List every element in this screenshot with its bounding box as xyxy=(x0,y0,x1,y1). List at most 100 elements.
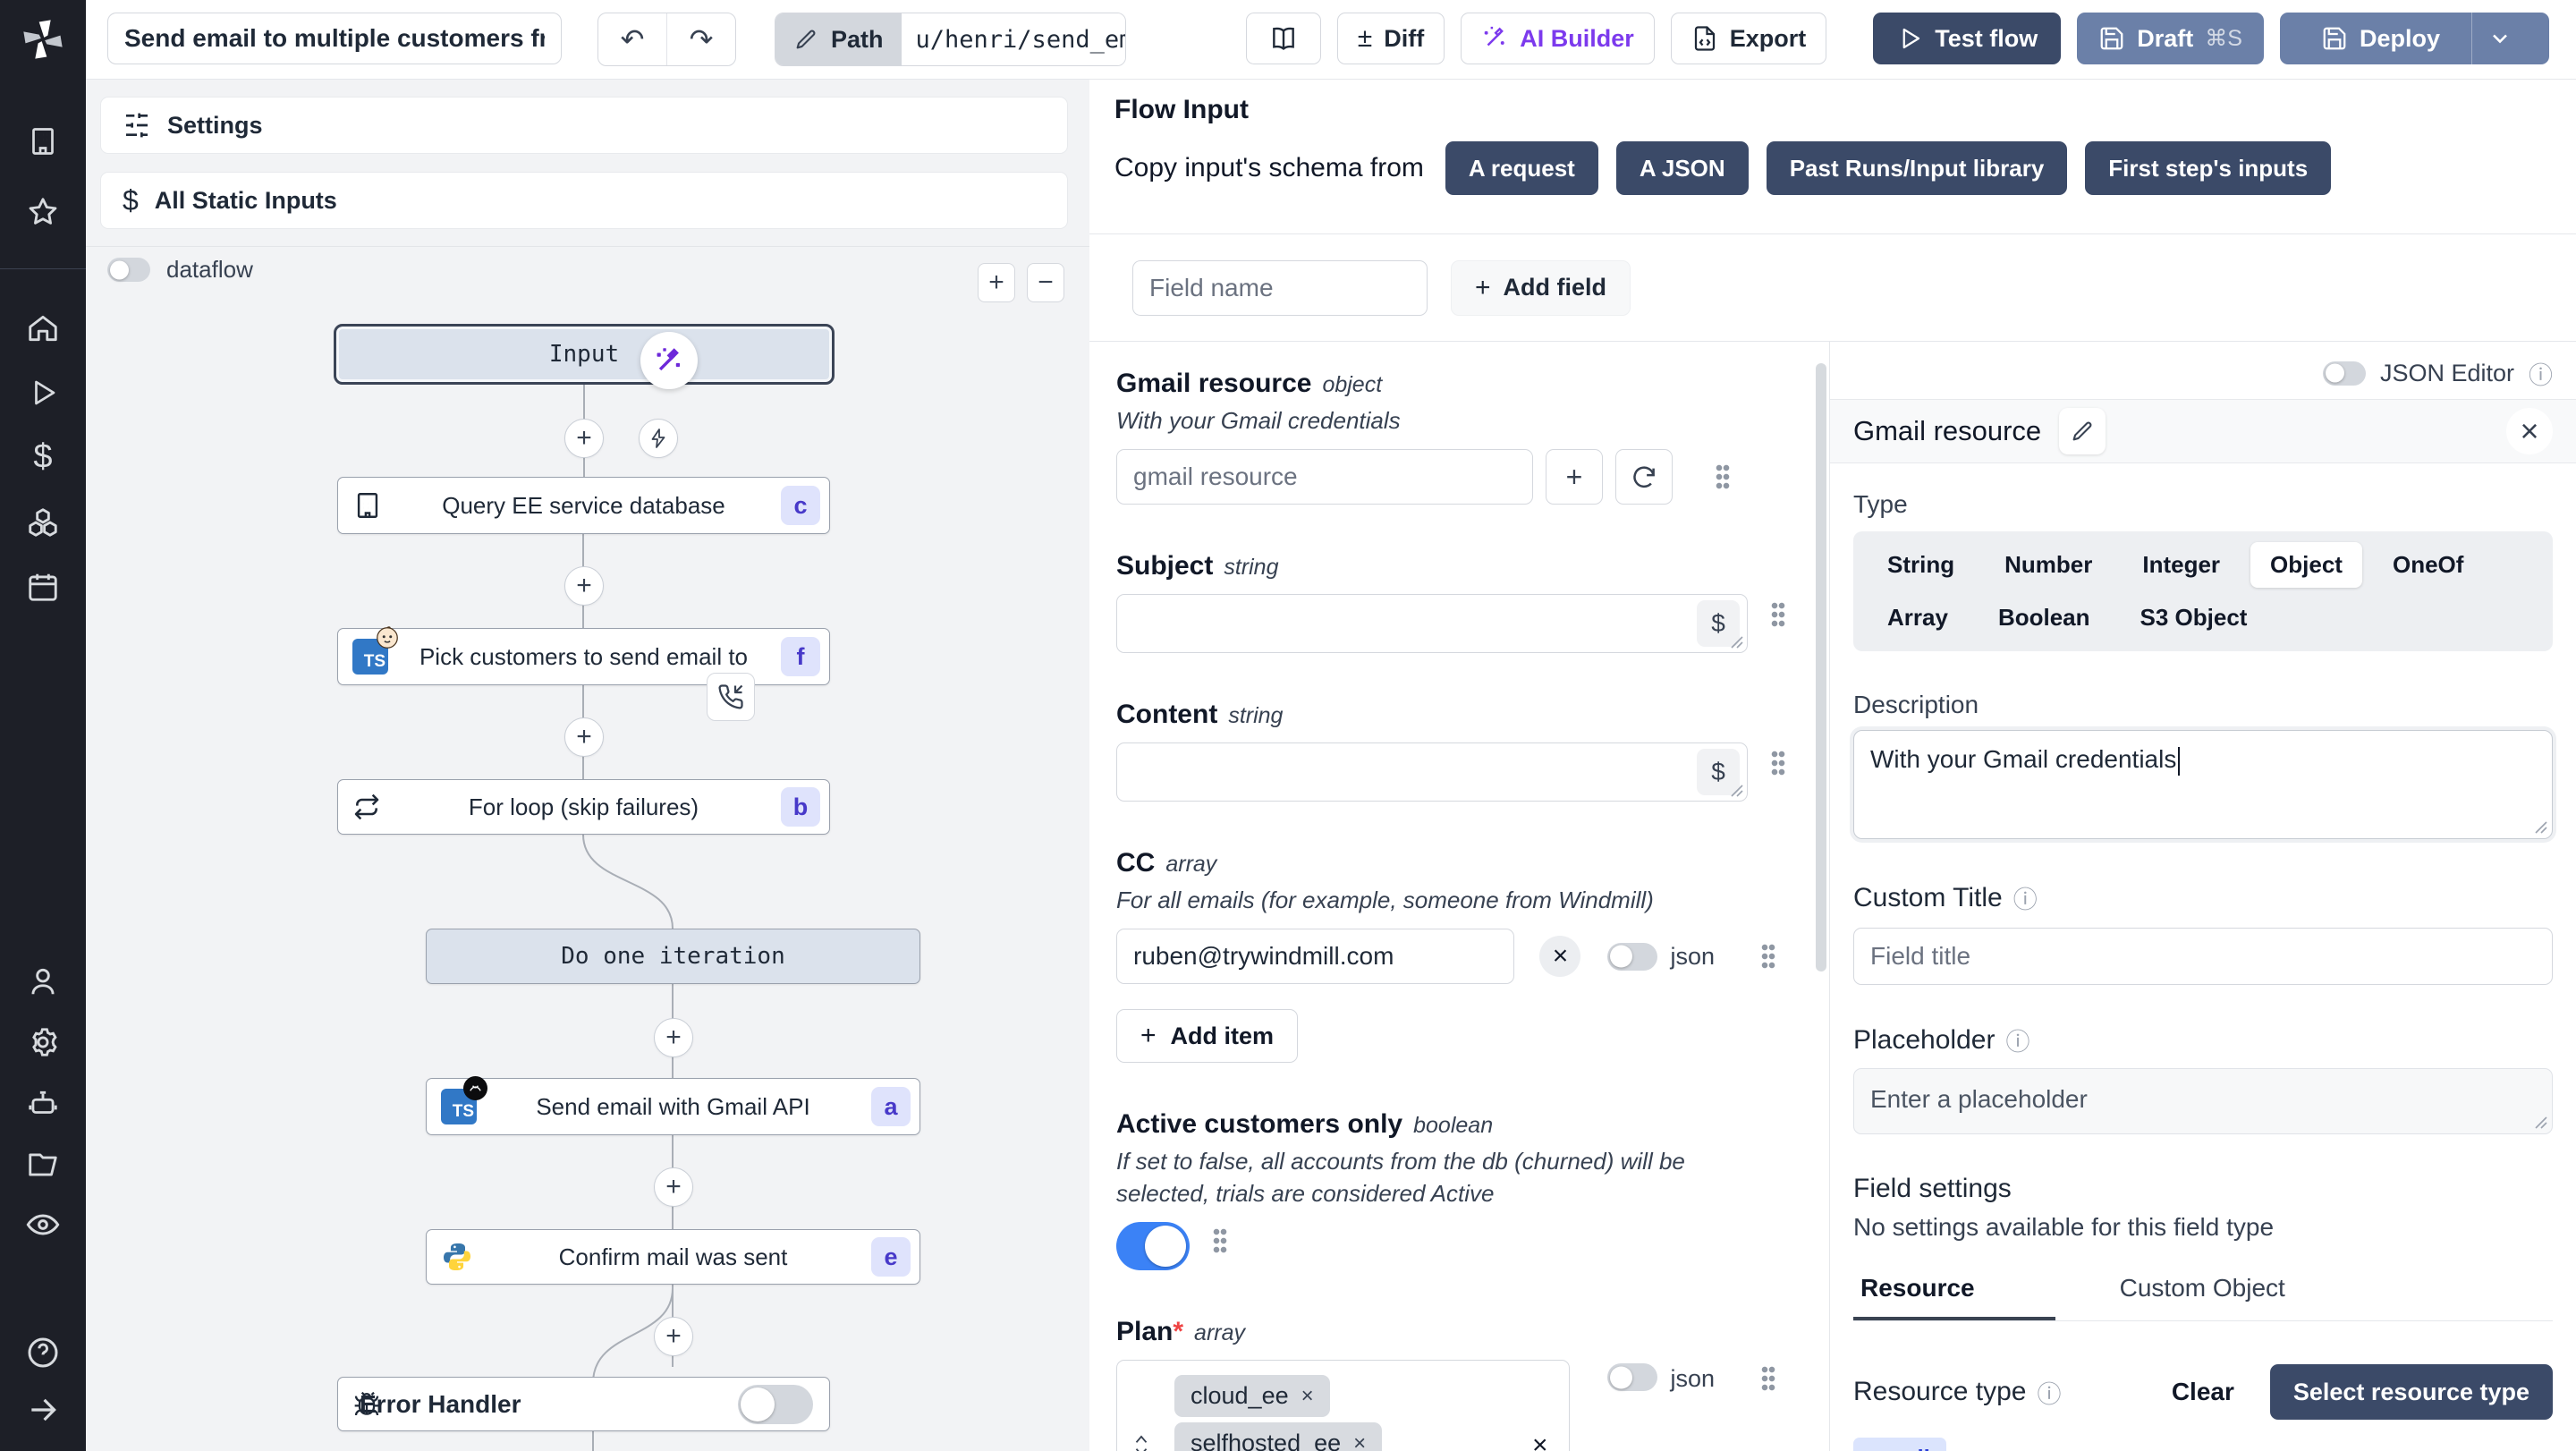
select-resource-type-button[interactable]: Select resource type xyxy=(2270,1364,2553,1420)
draft-button[interactable]: Draft ⌘S xyxy=(2077,13,2264,64)
deploy-main[interactable]: Deploy xyxy=(2301,13,2460,64)
form-scrollbar[interactable] xyxy=(1816,363,1826,972)
undo-button[interactable]: ↶ xyxy=(598,13,666,65)
flow-title-input[interactable] xyxy=(107,13,562,64)
add-step-button[interactable]: + xyxy=(654,1167,693,1207)
variables-dollar-icon[interactable]: $ xyxy=(33,438,52,477)
type-option-number[interactable]: Number xyxy=(1985,542,2112,588)
help-icon[interactable] xyxy=(25,1335,61,1370)
audit-eye-icon[interactable] xyxy=(25,1207,61,1243)
flow-settings-button[interactable]: Settings xyxy=(100,97,1068,154)
add-step-button[interactable]: + xyxy=(654,1317,693,1356)
schema-from-json-button[interactable]: A JSON xyxy=(1616,141,1749,195)
info-icon[interactable]: ⓘ xyxy=(2529,356,2553,391)
node-pick-customers[interactable]: TS Pick customers to send email to f xyxy=(337,628,830,685)
schedules-calendar-icon[interactable] xyxy=(26,570,60,604)
docs-book-button[interactable] xyxy=(1246,13,1321,64)
remove-item-button[interactable]: × xyxy=(1539,936,1580,977)
tab-resource[interactable]: Resource xyxy=(1853,1274,2055,1320)
remove-tag-icon[interactable]: × xyxy=(1301,1384,1314,1409)
resize-handle[interactable] xyxy=(2534,820,2548,835)
node-input[interactable]: Input xyxy=(334,324,835,385)
runs-play-icon[interactable] xyxy=(27,377,59,409)
type-option-boolean[interactable]: Boolean xyxy=(1979,595,2110,641)
schema-from-first-step-button[interactable]: First step's inputs xyxy=(2085,141,2331,195)
custom-title-input[interactable] xyxy=(1853,928,2553,985)
info-icon[interactable]: ⓘ xyxy=(2013,880,2038,915)
gmail-resource-input[interactable] xyxy=(1116,449,1533,505)
remove-tag-icon[interactable]: × xyxy=(1353,1431,1366,1451)
zoom-out-button[interactable]: − xyxy=(1027,263,1064,302)
add-field-button[interactable]: + Add field xyxy=(1451,260,1631,316)
workspace-buildings-icon[interactable] xyxy=(27,125,59,157)
schema-from-request-button[interactable]: A request xyxy=(1445,141,1598,195)
placeholder-textarea[interactable]: Enter a placeholder xyxy=(1853,1068,2553,1134)
node-do-one-iteration[interactable]: Do one iteration xyxy=(426,929,920,984)
resize-handle[interactable] xyxy=(1730,784,1744,798)
type-option-object[interactable]: Object xyxy=(2250,542,2362,588)
refresh-resource-button[interactable] xyxy=(1615,449,1673,505)
expand-arrow-icon[interactable] xyxy=(26,1393,60,1427)
content-textarea[interactable] xyxy=(1116,742,1748,802)
resize-handle[interactable] xyxy=(1730,635,1744,649)
drag-handle-icon[interactable] xyxy=(1213,1227,1227,1254)
node-error-handler[interactable]: Error Handler xyxy=(337,1377,830,1431)
drag-handle-icon[interactable] xyxy=(1771,750,1785,776)
workers-robot-icon[interactable] xyxy=(26,1087,60,1121)
close-editor-button[interactable]: × xyxy=(2506,408,2553,454)
info-icon[interactable]: ⓘ xyxy=(2037,1375,2061,1410)
resource-type-badge[interactable]: gmail xyxy=(1853,1438,1946,1451)
home-icon[interactable] xyxy=(26,311,60,345)
type-option-s3object[interactable]: S3 Object xyxy=(2121,595,2267,641)
type-option-string[interactable]: String xyxy=(1868,542,1974,588)
ai-builder-button[interactable]: AI Builder xyxy=(1461,13,1655,64)
all-static-inputs-button[interactable]: $ All Static Inputs xyxy=(100,172,1068,229)
redo-button[interactable]: ↷ xyxy=(666,13,735,65)
type-option-oneof[interactable]: OneOf xyxy=(2373,542,2483,588)
json-editor-toggle[interactable] xyxy=(2323,361,2366,386)
cc-item-input[interactable] xyxy=(1116,929,1514,984)
cc-json-toggle[interactable] xyxy=(1607,943,1657,971)
reorder-handle-icon[interactable] xyxy=(1131,1432,1151,1451)
drag-handle-icon[interactable] xyxy=(1761,943,1775,970)
plan-tags-box[interactable]: cloud_ee× selfhosted_ee× selfhosted_pro×… xyxy=(1116,1360,1570,1451)
clear-tags-button[interactable]: × xyxy=(1532,1430,1548,1451)
node-confirm-mail[interactable]: Confirm mail was sent e xyxy=(426,1229,920,1285)
node-send-email[interactable]: TS Send email with Gmail API a xyxy=(426,1078,920,1135)
path-value[interactable]: u/henri/send_em xyxy=(902,13,1125,65)
windmill-logo[interactable] xyxy=(0,0,86,79)
schema-from-past-runs-button[interactable]: Past Runs/Input library xyxy=(1767,141,2068,195)
add-step-button[interactable]: + xyxy=(654,1018,693,1057)
phone-incoming-button[interactable] xyxy=(707,673,755,721)
clear-resource-button[interactable]: Clear xyxy=(2172,1378,2234,1406)
resize-handle[interactable] xyxy=(2534,1116,2548,1130)
type-option-integer[interactable]: Integer xyxy=(2123,542,2240,588)
test-flow-button[interactable]: Test flow xyxy=(1873,13,2061,64)
drag-handle-icon[interactable] xyxy=(1761,1365,1775,1392)
dataflow-toggle[interactable] xyxy=(107,258,150,282)
plan-json-toggle[interactable] xyxy=(1607,1363,1657,1391)
user-icon[interactable] xyxy=(26,964,60,998)
node-query-db[interactable]: Query EE service database c xyxy=(337,477,830,534)
drag-handle-icon[interactable] xyxy=(1771,601,1785,628)
add-resource-button[interactable]: + xyxy=(1546,449,1603,505)
description-textarea[interactable]: With your Gmail credentials xyxy=(1853,730,2553,839)
error-handler-toggle[interactable] xyxy=(738,1385,813,1424)
deploy-dropdown-button[interactable] xyxy=(2471,13,2528,64)
settings-gear-icon[interactable] xyxy=(26,1025,60,1059)
subject-textarea[interactable] xyxy=(1116,594,1748,653)
resources-cubes-icon[interactable] xyxy=(26,505,60,539)
type-option-array[interactable]: Array xyxy=(1868,595,1968,641)
export-button[interactable]: Export xyxy=(1671,13,1827,64)
edit-title-button[interactable] xyxy=(2059,408,2106,454)
plan-tag[interactable]: selfhosted_ee× xyxy=(1174,1422,1382,1451)
trigger-bolt-button[interactable] xyxy=(639,419,678,458)
diff-button[interactable]: ± Diff xyxy=(1337,13,1445,64)
favorites-star-icon[interactable] xyxy=(26,195,60,229)
node-for-loop[interactable]: For loop (skip failures) b xyxy=(337,779,830,835)
add-item-button[interactable]: + Add item xyxy=(1116,1009,1298,1063)
path-control[interactable]: Path u/henri/send_em xyxy=(775,13,1126,66)
field-name-input[interactable] xyxy=(1132,260,1428,316)
active-customers-toggle[interactable] xyxy=(1116,1222,1190,1270)
tab-custom-object[interactable]: Custom Object xyxy=(2113,1274,2292,1320)
